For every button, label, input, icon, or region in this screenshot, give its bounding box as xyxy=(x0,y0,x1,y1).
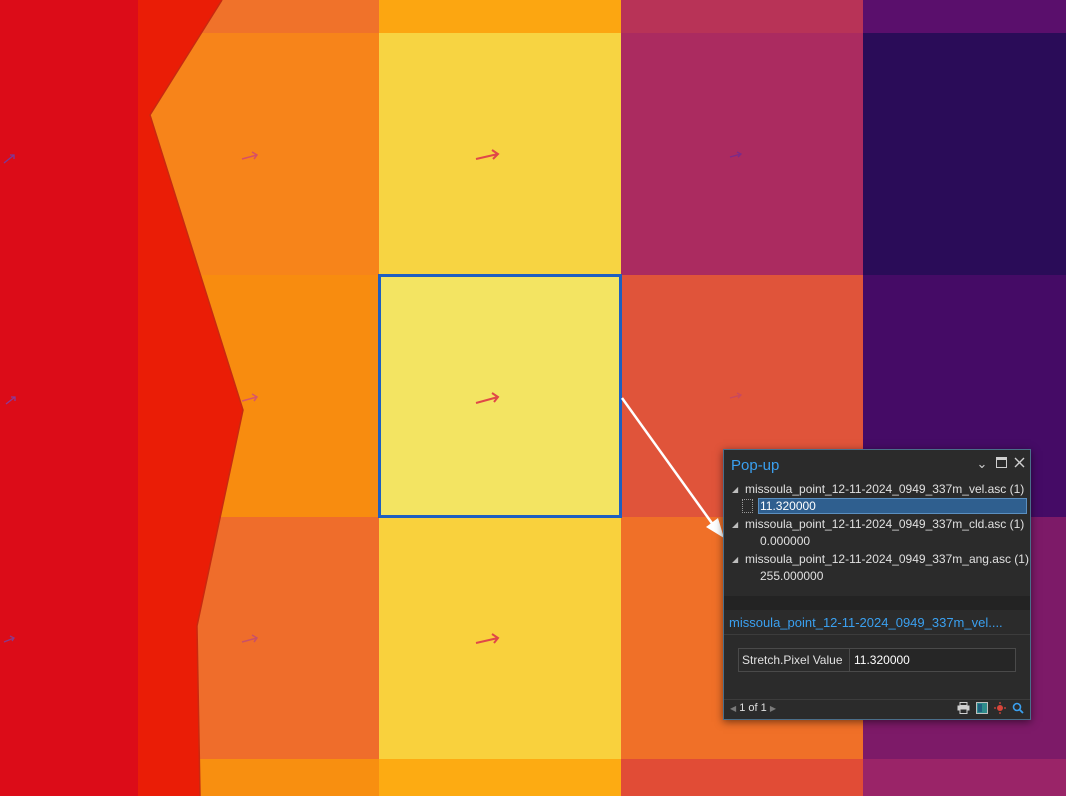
tree-value-item[interactable]: 11.320000 xyxy=(724,498,1030,515)
pager-label: 1 of 1 xyxy=(739,702,767,714)
raster-cell xyxy=(621,33,863,275)
popup-footer: ◀ 1 of 1 ▶ xyxy=(724,700,1030,719)
raster-cell xyxy=(379,0,621,33)
layer-value: 255.000000 xyxy=(760,569,824,583)
print-icon[interactable] xyxy=(956,702,970,716)
chevron-down-icon[interactable]: ⌄ xyxy=(975,457,989,471)
tree-layer-item[interactable]: ◢ missoula_point_12-11-2024_0949_337m_ve… xyxy=(724,481,1030,498)
next-arrow-icon[interactable]: ▶ xyxy=(770,704,776,713)
expand-triangle-icon[interactable]: ◢ xyxy=(732,551,738,568)
maximize-icon[interactable] xyxy=(994,457,1008,471)
flash-icon[interactable] xyxy=(993,702,1007,716)
popup-header[interactable]: Pop-up ⌄ xyxy=(724,450,1030,480)
raster-cell xyxy=(621,0,863,33)
raster-cell xyxy=(863,759,1066,796)
layer-name: missoula_point_12-11-2024_0949_337m_ang.… xyxy=(745,552,1029,566)
raster-cell xyxy=(379,759,621,796)
tree-value-item[interactable]: 0.000000 xyxy=(724,533,1030,550)
divider xyxy=(724,634,1030,635)
layer-value: 0.000000 xyxy=(760,534,811,548)
popup-title: Pop-up xyxy=(731,457,780,474)
raster-cell xyxy=(379,517,621,759)
expand-triangle-icon[interactable]: ◢ xyxy=(732,516,738,533)
expand-triangle-icon[interactable]: ◢ xyxy=(732,481,738,498)
tree-layer-item[interactable]: ◢ missoula_point_12-11-2024_0949_337m_cl… xyxy=(724,516,1030,533)
layer-value: 11.320000 xyxy=(760,499,816,513)
field-name: Stretch.Pixel Value xyxy=(739,649,850,671)
raster-cell xyxy=(0,0,138,796)
previous-arrow-icon[interactable]: ◀ xyxy=(730,704,736,713)
tree-layer-item[interactable]: ◢ missoula_point_12-11-2024_0949_337m_an… xyxy=(724,551,1030,568)
splitter[interactable] xyxy=(724,596,1030,610)
raster-cell xyxy=(379,33,621,275)
raster-cell xyxy=(863,33,1066,275)
layer-name: missoula_point_12-11-2024_0949_337m_cld.… xyxy=(745,517,1025,531)
feature-title-link[interactable]: missoula_point_12-11-2024_0949_337m_vel.… xyxy=(729,615,1027,630)
zoom-to-icon[interactable] xyxy=(1011,702,1025,716)
export-icon[interactable] xyxy=(975,702,989,716)
pager: ◀ 1 of 1 ▶ xyxy=(730,702,776,714)
raster-cell xyxy=(863,0,1066,33)
focus-indicator xyxy=(742,499,753,513)
field-value: 11.320000 xyxy=(850,649,1015,671)
layer-tree[interactable]: ◢ missoula_point_12-11-2024_0949_337m_ve… xyxy=(724,480,1030,594)
attribute-table: Stretch.Pixel Value 11.320000 xyxy=(738,648,1016,672)
close-icon[interactable] xyxy=(1012,457,1026,471)
raster-cell xyxy=(379,275,621,517)
raster-cell xyxy=(621,759,863,796)
layer-name: missoula_point_12-11-2024_0949_337m_vel.… xyxy=(745,482,1025,496)
popup-window[interactable]: Pop-up ⌄ ◢ missoula_point_12-11-2024_094… xyxy=(723,449,1031,720)
tree-value-item[interactable]: 255.000000 xyxy=(724,568,1030,585)
